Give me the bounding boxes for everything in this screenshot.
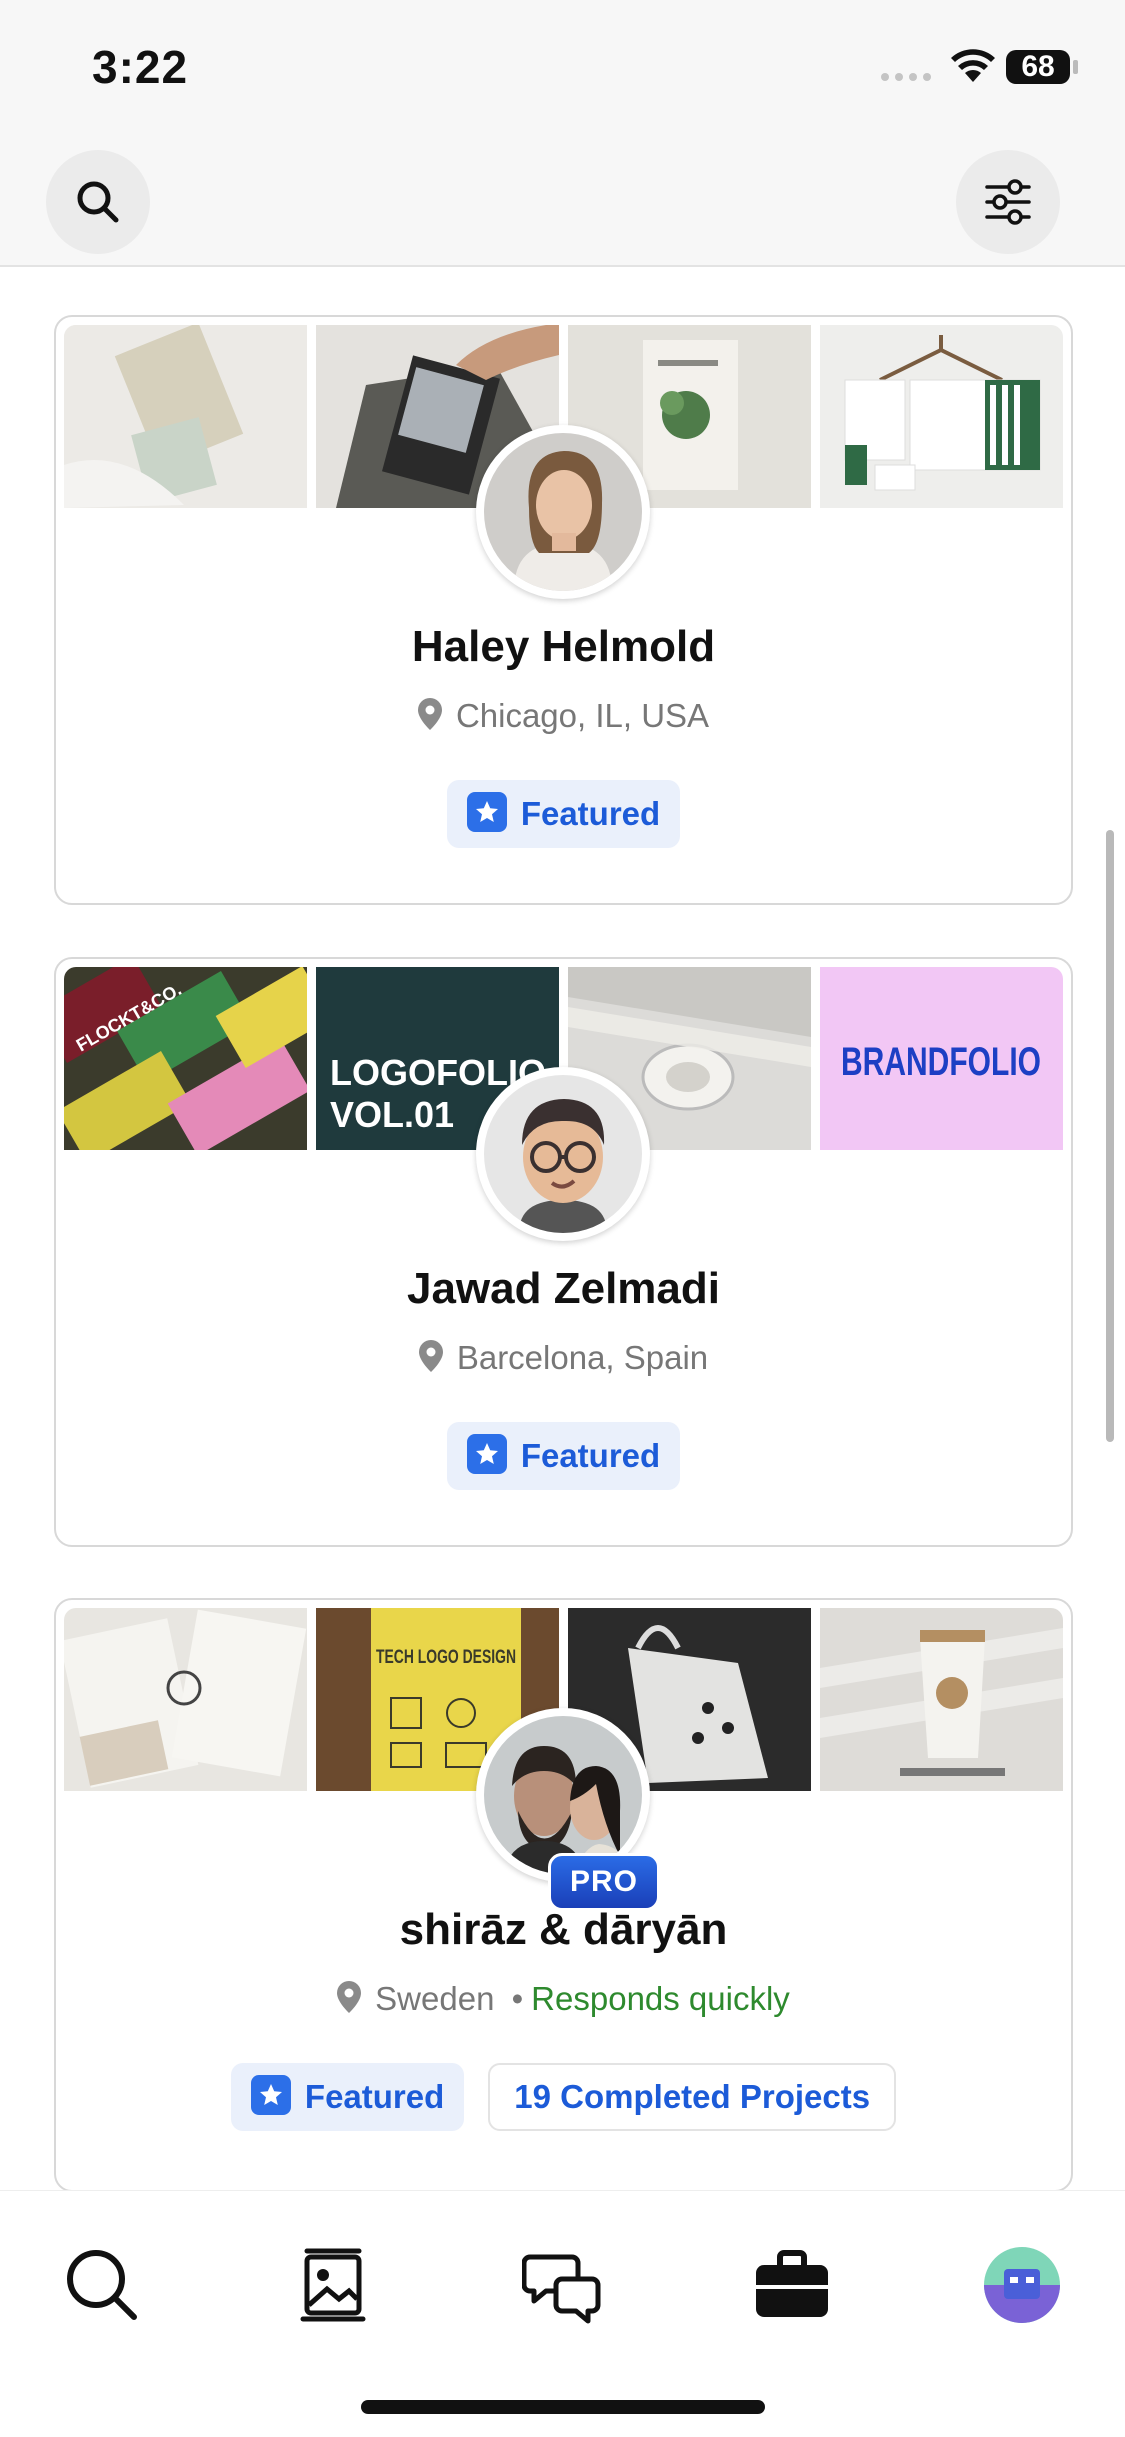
messages-icon (521, 2254, 601, 2324)
featured-badge: Featured (446, 1422, 681, 1490)
featured-label: Featured (520, 795, 661, 832)
designer-name[interactable]: Jawad Zelmadi (56, 1264, 1071, 1314)
tech-logo-text: TECH LOGO DESIGN (376, 1647, 516, 1668)
avatar[interactable] (476, 425, 650, 599)
pro-badge: PRO (548, 1853, 660, 1911)
designer-card[interactable]: TECH LOGO DESIGN PRO shirāz & dāryān Swe… (54, 1598, 1073, 2192)
signal-icon (881, 73, 931, 81)
featured-badge: Featured (446, 780, 681, 848)
filter-button[interactable] (956, 150, 1060, 254)
filter-sliders-icon (985, 179, 1031, 225)
featured-badge: Featured (230, 2063, 465, 2131)
portfolio-image[interactable]: FLOCKT&CO. (64, 967, 307, 1150)
search-icon (77, 181, 119, 223)
tab-gallery[interactable] (293, 2245, 373, 2325)
location-pin-icon (418, 1340, 443, 1372)
battery-tip (1073, 60, 1078, 74)
brandfolio-text: BRANDFOLIO (841, 1040, 1041, 1084)
profile-avatar-icon (984, 2247, 1060, 2323)
star-icon (466, 1434, 507, 1474)
portfolio-image[interactable] (64, 325, 307, 508)
portfolio-image[interactable] (820, 325, 1063, 508)
designer-name[interactable]: shirāz & dāryān (56, 1905, 1071, 1955)
designer-card[interactable]: Haley Helmold Chicago, IL, USA Featured (54, 315, 1073, 905)
badge-row: Featured (56, 1422, 1071, 1490)
completed-projects-badge: 19 Completed Projects (488, 2063, 897, 2131)
designer-name[interactable]: Haley Helmold (56, 622, 1071, 672)
featured-label: Featured (520, 1437, 661, 1474)
logofolio-subtitle: VOL.01 (330, 1094, 454, 1135)
briefcase-icon (756, 2250, 828, 2317)
search-button[interactable] (46, 150, 150, 254)
star-icon (466, 792, 507, 832)
designer-card[interactable]: FLOCKT&CO. LOGOFOLIO VOL.01 BRANDFOLIO J… (54, 957, 1073, 1547)
portfolio-image[interactable]: BRANDFOLIO (820, 967, 1063, 1150)
tab-jobs[interactable] (752, 2245, 832, 2325)
badge-row: Featured (56, 780, 1071, 848)
designer-location: Chicago, IL, USA (56, 697, 1071, 735)
location-text: Barcelona, Spain (456, 1339, 709, 1376)
status-time: 3:22 (92, 41, 189, 93)
search-icon (67, 2250, 137, 2320)
location-text: Sweden (375, 1980, 495, 2017)
avatar[interactable] (476, 1067, 650, 1241)
responds-quickly-text: Responds quickly (531, 1980, 790, 2017)
status-bar: 3:22 68 (0, 0, 1125, 140)
designer-location: Sweden • Responds quickly (56, 1980, 1071, 2018)
home-indicator (361, 2400, 765, 2414)
location-pin-icon (337, 1981, 362, 2013)
tab-profile[interactable] (982, 2245, 1062, 2325)
designer-location: Barcelona, Spain (56, 1339, 1071, 1377)
location-pin-icon (417, 698, 442, 730)
location-text: Chicago, IL, USA (455, 697, 710, 734)
tab-messages[interactable] (521, 2245, 602, 2325)
tab-search[interactable] (62, 2245, 142, 2325)
separator-dot: • (511, 1980, 524, 2017)
top-header (0, 140, 1125, 267)
scrollbar[interactable] (1106, 830, 1114, 1442)
portfolio-image[interactable] (64, 1608, 307, 1791)
portfolio-image[interactable] (820, 1608, 1063, 1791)
gallery-icon (300, 2248, 366, 2322)
featured-label: Featured (304, 2078, 445, 2115)
badge-row: Featured 19 Completed Projects (56, 2063, 1071, 2131)
battery-indicator: 68 (1006, 50, 1070, 84)
wifi-icon (951, 49, 995, 82)
star-icon (250, 2075, 291, 2115)
